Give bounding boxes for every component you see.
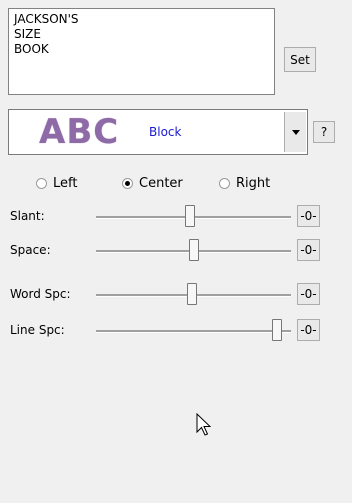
align-right-label: Right [236, 176, 271, 191]
align-center-radio[interactable]: Center [122, 176, 183, 191]
line-spacing-value-button[interactable]: -0- [297, 319, 320, 341]
chevron-down-icon [291, 129, 300, 135]
slant-row: Slant: -0- [10, 205, 330, 229]
line-spacing-row: Line Spc: -0- [10, 319, 330, 343]
text-input-area[interactable]: JACKSON'S SIZE BOOK [8, 8, 275, 95]
font-selector[interactable]: ABC Block [8, 109, 308, 155]
word-spacing-label: Word Spc: [10, 287, 71, 301]
align-left-label: Left [53, 176, 78, 191]
help-button[interactable]: ? [313, 121, 335, 143]
space-value-button[interactable]: -0- [297, 239, 320, 261]
font-dropdown-button[interactable] [284, 112, 306, 152]
line-spacing-label: Line Spc: [10, 323, 65, 337]
word-spacing-row: Word Spc: -0- [10, 283, 330, 307]
radio-selected-icon [122, 178, 133, 189]
set-button[interactable]: Set [284, 47, 316, 72]
text-line-1: JACKSON'S [14, 12, 79, 26]
text-line-3: BOOK [14, 42, 49, 56]
space-label: Space: [10, 243, 51, 257]
mouse-pointer-icon [196, 413, 212, 436]
align-center-label: Center [139, 176, 183, 191]
space-slider-thumb[interactable] [189, 239, 199, 261]
radio-circle-icon [36, 178, 47, 189]
line-spacing-slider-track[interactable] [96, 330, 291, 333]
word-spacing-value-button[interactable]: -0- [297, 283, 320, 305]
word-spacing-slider-thumb[interactable] [187, 283, 197, 305]
radio-circle-icon [219, 178, 230, 189]
slant-label: Slant: [10, 209, 45, 223]
text-line-2: SIZE [14, 27, 41, 41]
align-left-radio[interactable]: Left [36, 176, 77, 191]
align-right-radio[interactable]: Right [219, 176, 270, 191]
font-sample-preview: ABC [39, 112, 120, 152]
font-name: Block [149, 125, 182, 139]
space-row: Space: -0- [10, 239, 330, 263]
slant-slider-thumb[interactable] [185, 205, 195, 227]
line-spacing-slider-thumb[interactable] [272, 319, 282, 341]
slant-value-button[interactable]: -0- [297, 205, 320, 227]
